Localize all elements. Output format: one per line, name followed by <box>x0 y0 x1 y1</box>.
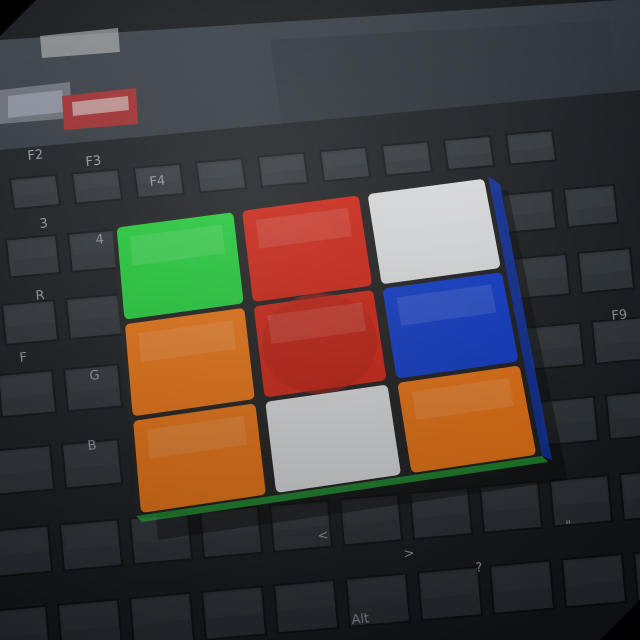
vignette-overlay <box>0 0 640 640</box>
scene-canvas: F2F3F434RFGBF9<>?"Alt <box>0 0 640 640</box>
photo-scene: F2F3F434RFGBF9<>?"Alt <box>0 0 640 640</box>
